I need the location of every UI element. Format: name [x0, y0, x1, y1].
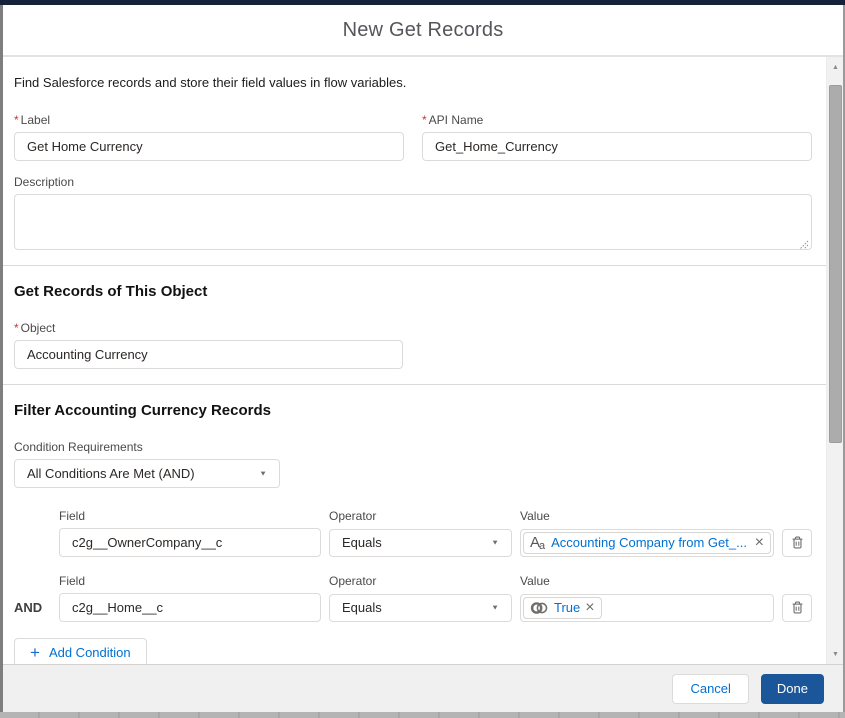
- delete-condition-button-1[interactable]: [782, 528, 812, 557]
- boolean-type-icon: [530, 601, 548, 614]
- modal-body: Find Salesforce records and store their …: [3, 57, 843, 664]
- remove-value-icon[interactable]: ×: [585, 599, 594, 616]
- resize-handle-icon[interactable]: [799, 237, 809, 250]
- chevron-down-icon: ▼: [259, 469, 267, 478]
- add-condition-label: Add Condition: [48, 645, 131, 660]
- api-name-input[interactable]: [422, 132, 812, 161]
- label-field-label: * Label: [14, 113, 51, 127]
- object-field-group: * Object: [14, 321, 403, 369]
- chevron-down-icon: ▼: [491, 538, 499, 547]
- filter-row-1-labels: Field Operator Value: [14, 509, 812, 523]
- filter-row-2: AND Equals ▼ True ×: [14, 593, 812, 622]
- modal-content: Find Salesforce records and store their …: [3, 57, 843, 664]
- filter-value-combobox-2[interactable]: True ×: [520, 593, 774, 622]
- value-pill-reference[interactable]: Aa Accounting Company from Get_... ×: [523, 531, 771, 554]
- condition-requirements-group: Condition Requirements All Conditions Ar…: [14, 440, 812, 488]
- condition-requirements-label: Condition Requirements: [14, 440, 143, 454]
- add-condition-button[interactable]: + Add Condition: [14, 638, 147, 664]
- section-divider: [3, 384, 826, 385]
- description-field-label: Description: [14, 175, 75, 189]
- required-asterisk: *: [14, 321, 19, 335]
- section-divider: [3, 265, 826, 266]
- filter-operator-select-1[interactable]: Equals ▼: [329, 528, 512, 557]
- scroll-down-icon[interactable]: ▼: [827, 646, 843, 662]
- vertical-scrollbar[interactable]: ▲ ▼: [826, 57, 843, 664]
- delete-condition-button-2[interactable]: [782, 593, 812, 622]
- label-input[interactable]: [14, 132, 404, 161]
- operator-column-label: Operator: [329, 509, 377, 523]
- trash-icon: [792, 536, 802, 549]
- background-canvas-edge: [0, 712, 845, 718]
- value-column-label: Value: [520, 509, 550, 523]
- modal-footer: Cancel Done: [3, 664, 843, 712]
- text-type-icon: Aa: [530, 533, 546, 552]
- remove-value-icon[interactable]: ×: [755, 534, 764, 551]
- condition-requirements-value: All Conditions Are Met (AND): [27, 466, 195, 481]
- cancel-button[interactable]: Cancel: [672, 673, 749, 704]
- label-field-group: * Label: [14, 113, 404, 161]
- filter-row-1: Equals ▼ Aa Accounting Company from Get_…: [14, 528, 812, 557]
- filter-operator-select-2[interactable]: Equals ▼: [329, 593, 512, 622]
- chevron-down-icon: ▼: [491, 603, 499, 612]
- api-name-field-label: * API Name: [422, 113, 484, 127]
- new-get-records-modal: New Get Records Find Salesforce records …: [3, 5, 843, 712]
- condition-requirements-select[interactable]: All Conditions Are Met (AND) ▼: [14, 459, 280, 488]
- modal-header: New Get Records: [3, 5, 843, 57]
- operator-column-label: Operator: [329, 574, 377, 588]
- description-textarea[interactable]: [14, 194, 812, 250]
- required-asterisk: *: [422, 113, 427, 127]
- screen: New Get Records Find Salesforce records …: [0, 0, 845, 718]
- plus-icon: +: [30, 643, 40, 662]
- field-column-label: Field: [59, 574, 86, 588]
- object-section-heading: Get Records of This Object: [14, 283, 208, 300]
- filter-value-combobox-1[interactable]: Aa Accounting Company from Get_... ×: [520, 528, 774, 557]
- done-button[interactable]: Done: [760, 673, 824, 704]
- api-name-field-group: * API Name: [422, 113, 812, 161]
- object-field-label: * Object: [14, 321, 56, 335]
- intro-text: Find Salesforce records and store their …: [14, 75, 407, 90]
- value-pill-text: Accounting Company from Get_...: [551, 535, 747, 550]
- value-pill-text: True: [554, 600, 581, 615]
- value-column-label: Value: [520, 574, 550, 588]
- filter-field-input-2[interactable]: [59, 593, 321, 622]
- label-api-row: *Label *API Name: [14, 113, 812, 161]
- filter-field-input-1[interactable]: [59, 528, 321, 557]
- row-connector-and: AND: [14, 600, 43, 615]
- filter-row-2-labels: Field Operator Value: [14, 574, 812, 588]
- modal-title: New Get Records: [342, 18, 504, 41]
- trash-icon: [792, 601, 802, 614]
- filter-section-heading: Filter Accounting Currency Records: [14, 402, 271, 419]
- scroll-up-icon[interactable]: ▲: [827, 59, 843, 75]
- required-asterisk: *: [14, 113, 19, 127]
- object-input[interactable]: [14, 340, 403, 369]
- field-column-label: Field: [59, 509, 86, 523]
- value-pill-boolean[interactable]: True ×: [523, 596, 602, 619]
- scrollbar-thumb[interactable]: [829, 85, 842, 443]
- description-field-group: Description: [14, 175, 812, 250]
